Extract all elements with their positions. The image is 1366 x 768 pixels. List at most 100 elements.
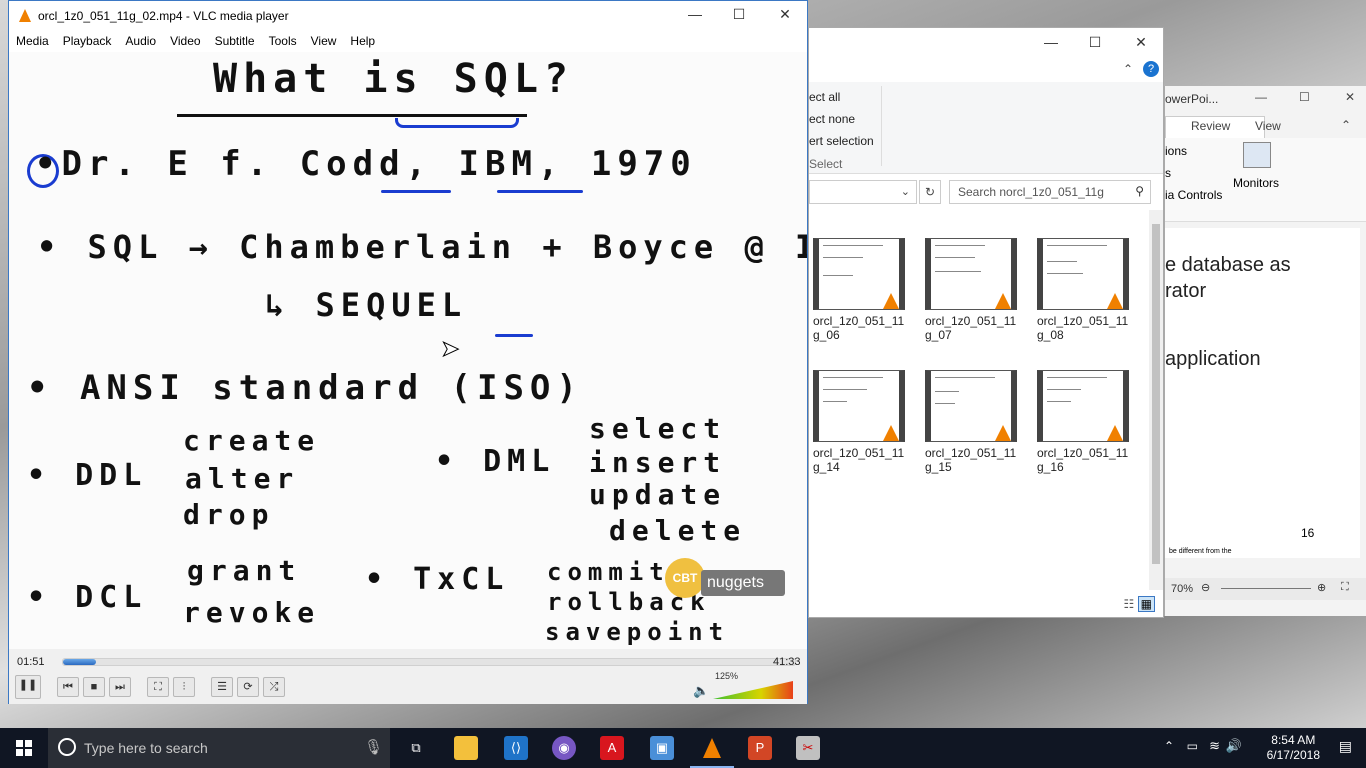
slide-number: 16 <box>1301 526 1315 540</box>
maximize-icon[interactable]: ☐ <box>1085 34 1105 51</box>
file-item[interactable]: orcl_1z0_051_11g_06 <box>813 238 907 342</box>
vlc-taskbar-icon[interactable] <box>700 736 724 760</box>
zoom-in-icon[interactable]: ⊕ <box>1317 581 1326 594</box>
notifications-icon[interactable]: ▤ <box>1339 738 1352 755</box>
video-frame[interactable]: What is SQL? •Dr. E f. Codd, IBM, 1970 •… <box>9 52 807 649</box>
select-none-button[interactable]: ect none <box>809 112 855 126</box>
tray-overflow-icon[interactable]: ⌃ <box>1164 739 1174 753</box>
file-item[interactable]: orcl_1z0_051_11g_15 <box>925 370 1019 474</box>
zoom-slider[interactable] <box>1221 588 1311 589</box>
collapse-ribbon-icon[interactable]: ⌃ <box>1341 118 1351 132</box>
bullet-ansi: • ANSI standard (ISO) <box>27 368 583 408</box>
fullscreen-button[interactable]: ⛶ <box>147 677 169 697</box>
slide-canvas[interactable]: e database as rator application 16 be di… <box>1165 228 1360 558</box>
vlc-cone-icon <box>995 425 1011 441</box>
pause-button[interactable]: ❚❚ <box>15 675 41 699</box>
minimize-icon[interactable]: — <box>685 6 705 22</box>
windows-icon <box>16 740 32 756</box>
menu-help[interactable]: Help <box>343 31 382 51</box>
menu-playback[interactable]: Playback <box>56 31 119 51</box>
file-item[interactable]: orcl_1z0_051_11g_14 <box>813 370 907 474</box>
maximize-icon[interactable]: ☐ <box>729 6 749 23</box>
scrollbar-thumb[interactable] <box>1152 224 1160 564</box>
taskbar: Type here to search 🎙 ⧉ ⟨⟩ ◉ A ▣ P ✂ ⌃ ▭… <box>0 728 1366 768</box>
start-button[interactable] <box>0 728 48 768</box>
volume-slider[interactable]: 125% <box>713 671 793 699</box>
chevron-down-icon[interactable]: ⌄ <box>901 185 910 198</box>
tab-view[interactable]: View <box>1255 119 1281 133</box>
zoom-level[interactable]: 70% <box>1171 583 1193 595</box>
search-icon[interactable]: ⚲ <box>1135 184 1144 198</box>
minimize-icon[interactable]: — <box>1255 90 1267 104</box>
help-icon[interactable]: ? <box>1143 61 1159 77</box>
dml-item: update <box>589 478 727 511</box>
address-bar[interactable]: ⌄ <box>809 180 917 204</box>
menu-view[interactable]: View <box>304 31 344 51</box>
zoom-bar: 70% ⊖ ⊕ ⛶ <box>1165 578 1366 600</box>
volume-icon[interactable]: 🔊 <box>1226 738 1242 754</box>
powerpoint-window[interactable]: owerPoi... — ☐ ✕ Review View ⌃ ions s ia… <box>1164 86 1366 616</box>
close-icon[interactable]: ✕ <box>1131 34 1151 51</box>
task-view-icon[interactable]: ⧉ <box>404 736 428 760</box>
file-explorer-window[interactable]: — ☐ ✕ ⌃ ? ect all ect none ert selection… <box>808 27 1164 618</box>
snipping-tool-icon[interactable]: ✂ <box>796 736 820 760</box>
ribbon-label[interactable]: ions <box>1165 144 1187 158</box>
menu-subtitle[interactable]: Subtitle <box>208 31 262 51</box>
next-button[interactable]: ⏭ <box>109 677 131 697</box>
monitors-button[interactable]: Monitors <box>1233 176 1279 190</box>
wifi-icon[interactable]: ≋ <box>1209 738 1220 754</box>
file-name: orcl_1z0_051_11g_07 <box>925 314 1017 342</box>
powerpoint-icon[interactable]: P <box>748 736 772 760</box>
acrobat-icon[interactable]: A <box>600 736 624 760</box>
monitor-icon[interactable] <box>1243 142 1271 168</box>
logo-text: CBT <box>665 558 705 598</box>
app-icon[interactable]: ◉ <box>552 736 576 760</box>
total-duration: 41:33 <box>773 656 801 668</box>
clock-time: 8:54 AM <box>1271 733 1316 747</box>
fit-slide-icon[interactable]: ⛶ <box>1341 581 1349 594</box>
speaker-icon[interactable]: 🔈 <box>693 683 709 699</box>
video-thumbnail <box>1037 370 1129 442</box>
file-explorer-icon[interactable] <box>454 736 478 760</box>
shuffle-button[interactable]: ⤮ <box>263 677 285 697</box>
file-item[interactable]: orcl_1z0_051_11g_16 <box>1037 370 1131 474</box>
minimize-icon[interactable]: — <box>1041 34 1061 50</box>
large-icons-view-icon[interactable]: ▦ <box>1137 596 1155 612</box>
file-item[interactable]: orcl_1z0_051_11g_07 <box>925 238 1019 342</box>
close-icon[interactable]: ✕ <box>775 6 795 23</box>
menu-tools[interactable]: Tools <box>262 31 304 51</box>
playlist-button[interactable]: ☰ <box>211 677 233 697</box>
vscode-icon[interactable]: ⟨⟩ <box>504 736 528 760</box>
search-input[interactable]: Search norcl_1z0_051_11g ⚲ <box>949 180 1151 204</box>
microphone-icon[interactable]: 🎙 <box>364 738 383 756</box>
ribbon-label[interactable]: ia Controls <box>1165 188 1222 202</box>
refresh-icon[interactable]: ↻ <box>919 180 941 204</box>
file-item[interactable]: orcl_1z0_051_11g_08 <box>1037 238 1131 342</box>
zoom-out-icon[interactable]: ⊖ <box>1201 581 1210 594</box>
vertical-scrollbar[interactable] <box>1149 210 1163 590</box>
battery-icon[interactable]: ▭ <box>1187 739 1198 753</box>
loop-button[interactable]: ⟳ <box>237 677 259 697</box>
clock[interactable]: 8:54 AM 6/17/2018 <box>1267 733 1320 763</box>
vlc-window[interactable]: orcl_1z0_051_11g_02.mp4 - VLC media play… <box>8 0 808 704</box>
dml-item: select <box>589 412 727 445</box>
previous-button[interactable]: ⏮ <box>57 677 79 697</box>
maximize-icon[interactable]: ☐ <box>1299 90 1310 104</box>
details-view-icon[interactable]: ☷ <box>1124 597 1135 611</box>
taskbar-search[interactable]: Type here to search 🎙 <box>48 728 390 768</box>
menu-video[interactable]: Video <box>163 31 207 51</box>
virtualbox-icon[interactable]: ▣ <box>650 736 674 760</box>
tab-review[interactable]: Review <box>1191 119 1230 133</box>
ddl-item: create <box>183 424 321 457</box>
collapse-ribbon-icon[interactable]: ⌃ <box>1123 62 1133 76</box>
close-icon[interactable]: ✕ <box>1345 90 1355 104</box>
player-controls: 01:51 41:33 ❚❚ ⏮ ■ ⏭ ⛶ ⫶ ☰ ⟳ ⤮ 🔈 125% <box>9 649 807 704</box>
menu-media[interactable]: Media <box>9 31 56 51</box>
ribbon-label[interactable]: s <box>1165 166 1171 180</box>
menu-audio[interactable]: Audio <box>118 31 163 51</box>
stop-button[interactable]: ■ <box>83 677 105 697</box>
seek-bar[interactable] <box>62 658 796 666</box>
extended-settings-button[interactable]: ⫶ <box>173 677 195 697</box>
invert-selection-button[interactable]: ert selection <box>809 134 874 148</box>
select-all-button[interactable]: ect all <box>809 90 840 104</box>
